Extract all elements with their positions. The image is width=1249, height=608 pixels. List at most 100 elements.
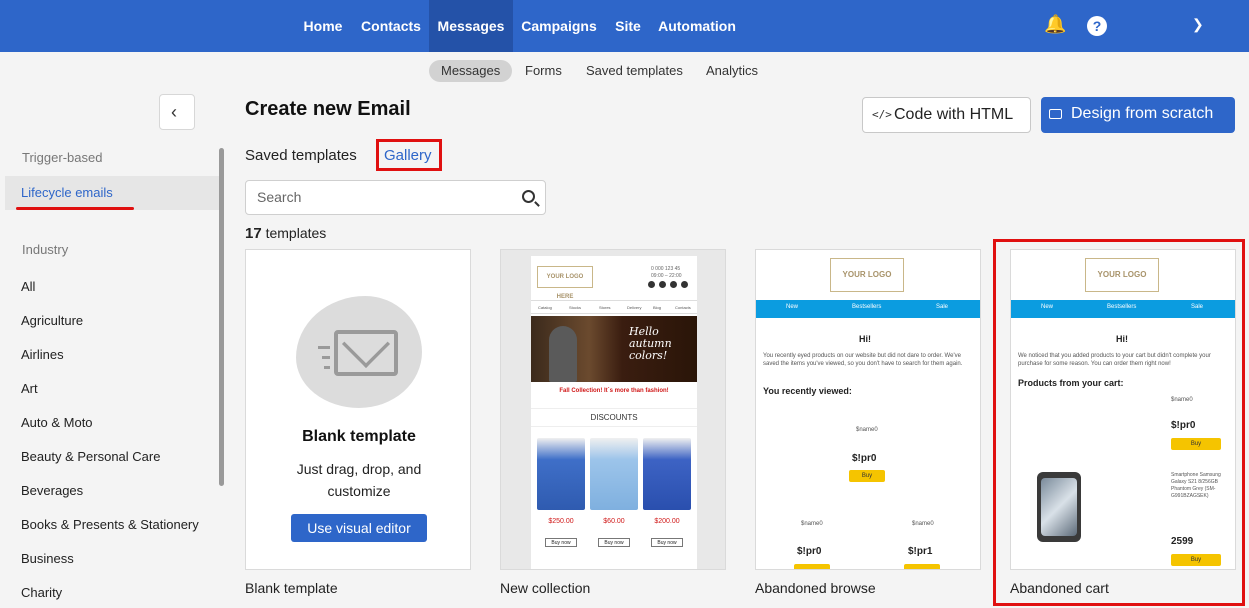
envelope-icon bbox=[1049, 109, 1062, 119]
template-count-number: 17 bbox=[245, 225, 262, 242]
blank-template-description: Just drag, drop, and customize bbox=[296, 461, 422, 499]
search-icon[interactable] bbox=[522, 190, 535, 203]
sidebar-item-beauty[interactable]: Beauty & Personal Care bbox=[21, 449, 160, 464]
design-from-scratch-button[interactable]: Design from scratch bbox=[1041, 97, 1235, 133]
chevron-down-icon[interactable]: ❯ bbox=[1192, 16, 1204, 33]
sidebar-item-books[interactable]: Books & Presents & Stationery bbox=[21, 517, 199, 532]
template-title-abandoned-browse: Abandoned browse bbox=[755, 580, 876, 596]
sidebar-section-trigger: Trigger-based bbox=[22, 150, 103, 165]
banner-image: Hello autumn colors! bbox=[531, 316, 697, 382]
speed-line bbox=[322, 356, 330, 359]
product-image bbox=[643, 438, 691, 510]
sidebar-item-airlines[interactable]: Airlines bbox=[21, 347, 64, 362]
top-navigation: Home Contacts Messages Campaigns Site Au… bbox=[0, 0, 1249, 52]
sidebar-item-charity[interactable]: Charity bbox=[21, 585, 62, 600]
template-card-abandoned-browse[interactable]: YOUR LOGO HERE New Bestsellers Sale Hi! … bbox=[755, 249, 981, 570]
use-visual-editor-button[interactable]: Use visual editor bbox=[291, 514, 427, 542]
page-title: Create new Email bbox=[245, 98, 411, 120]
subnav-forms[interactable]: Forms bbox=[513, 60, 574, 82]
email-preview: YOUR LOGO HERE 0 000 123 45 09:00 – 22:00… bbox=[531, 256, 697, 569]
email-nav-item: Stocks bbox=[569, 305, 582, 310]
collapse-sidebar-button[interactable]: ‹ bbox=[159, 94, 195, 130]
search-input[interactable] bbox=[257, 189, 497, 205]
logo-placeholder: YOUR LOGO HERE bbox=[830, 258, 904, 311]
product-image bbox=[590, 438, 638, 510]
nav-campaigns[interactable]: Campaigns bbox=[518, 0, 600, 52]
recently-viewed-heading: You recently viewed: bbox=[763, 386, 852, 396]
product-name: $name0 bbox=[912, 521, 934, 527]
product-name: $name0 bbox=[801, 521, 823, 527]
bell-icon[interactable]: 🔔 bbox=[1044, 14, 1066, 35]
email-nav: Catalog Stocks Stores Delivery Blog Cont… bbox=[531, 300, 697, 314]
product-price: $250.00 bbox=[548, 518, 574, 525]
template-card-blank[interactable]: Blank template Just drag, drop, and cust… bbox=[245, 249, 471, 570]
social-icons bbox=[648, 281, 692, 289]
sub-navigation: Messages Forms Saved templates Analytics bbox=[0, 52, 1249, 88]
template-count: 17 templates bbox=[245, 225, 326, 242]
sidebar-item-all[interactable]: All bbox=[21, 279, 35, 294]
product-price: $60.00 bbox=[603, 518, 625, 525]
annotation-box-abandoned-cart bbox=[993, 239, 1245, 606]
sidebar-item-lifecycle-label[interactable]: Lifecycle emails bbox=[21, 185, 113, 200]
speed-line bbox=[324, 366, 330, 369]
sidebar-item-business[interactable]: Business bbox=[21, 551, 74, 566]
design-from-scratch-label: Design from scratch bbox=[1071, 105, 1214, 122]
product-image bbox=[537, 438, 585, 510]
nav-messages[interactable]: Messages bbox=[429, 0, 513, 52]
nav-contacts[interactable]: Contacts bbox=[356, 0, 426, 52]
email-nav-item: Contacts bbox=[675, 305, 691, 310]
tab-gallery[interactable]: Gallery bbox=[384, 147, 432, 164]
discounts-heading: DISCOUNTS bbox=[531, 408, 697, 427]
sidebar-item-beverages[interactable]: Beverages bbox=[21, 483, 83, 498]
help-icon[interactable]: ? bbox=[1087, 16, 1107, 36]
menu-item: Bestsellers bbox=[852, 304, 882, 310]
sidebar-item-art[interactable]: Art bbox=[21, 381, 38, 396]
template-card-new-collection[interactable]: YOUR LOGO HERE 0 000 123 45 09:00 – 22:00… bbox=[500, 249, 726, 570]
product-price: $!pr1 bbox=[908, 546, 933, 557]
menu-item: Sale bbox=[936, 304, 949, 310]
template-count-label: templates bbox=[265, 225, 327, 241]
product-price: $!pr0 bbox=[797, 546, 822, 557]
code-icon: </> bbox=[872, 108, 892, 121]
email-nav-item: Blog bbox=[653, 305, 662, 310]
nav-home[interactable]: Home bbox=[296, 0, 350, 52]
product-price: $200.00 bbox=[654, 518, 680, 525]
blank-template-heading: Blank template bbox=[302, 428, 416, 445]
greeting: Hi! bbox=[859, 334, 871, 344]
banner-text: Hello autumn colors! bbox=[629, 325, 672, 362]
product-price: $!pr0 bbox=[852, 453, 877, 464]
sidebar-item-auto-moto[interactable]: Auto & Moto bbox=[21, 415, 93, 430]
logo-placeholder: YOUR LOGO HERE bbox=[537, 266, 593, 300]
email-body-text: You recently eyed products on our websit… bbox=[763, 353, 963, 367]
sidebar: Trigger-based Lifecycle emails Industry … bbox=[0, 140, 225, 608]
email-menu-bar: New Bestsellers Sale bbox=[756, 300, 980, 318]
subnav-messages[interactable]: Messages bbox=[429, 60, 513, 82]
buy-now-button: Buy now bbox=[598, 538, 630, 547]
search-box bbox=[245, 180, 546, 215]
tab-saved-templates[interactable]: Saved templates bbox=[245, 147, 357, 164]
template-title-new-collection: New collection bbox=[500, 580, 591, 596]
model-figure bbox=[549, 326, 577, 382]
sidebar-scrollbar[interactable] bbox=[219, 148, 224, 486]
template-title-blank: Blank template bbox=[245, 580, 338, 596]
nav-site[interactable]: Site bbox=[608, 0, 648, 52]
buy-now-button: Buy now bbox=[651, 538, 683, 547]
subnav-analytics[interactable]: Analytics bbox=[694, 60, 770, 82]
email-nav-item: Catalog bbox=[538, 305, 552, 310]
chevron-left-icon: ‹ bbox=[171, 102, 177, 122]
collection-headline: Fall Collection! It`s more than fashion! bbox=[559, 388, 669, 394]
sidebar-item-agriculture[interactable]: Agriculture bbox=[21, 313, 83, 328]
email-nav-item: Delivery bbox=[627, 305, 642, 310]
code-with-html-button[interactable]: </> Code with HTML bbox=[862, 97, 1031, 133]
email-nav-item: Stores bbox=[599, 305, 611, 310]
buy-button bbox=[794, 564, 830, 569]
code-with-html-label: Code with HTML bbox=[894, 106, 1014, 123]
envelope-icon bbox=[334, 330, 398, 376]
sidebar-section-industry: Industry bbox=[22, 242, 69, 257]
buy-button: Buy bbox=[849, 470, 885, 482]
annotation-underline bbox=[16, 207, 134, 210]
subnav-saved-templates[interactable]: Saved templates bbox=[574, 60, 695, 82]
product-name: $name0 bbox=[856, 427, 878, 433]
buy-button bbox=[904, 564, 940, 569]
nav-automation[interactable]: Automation bbox=[656, 0, 738, 52]
